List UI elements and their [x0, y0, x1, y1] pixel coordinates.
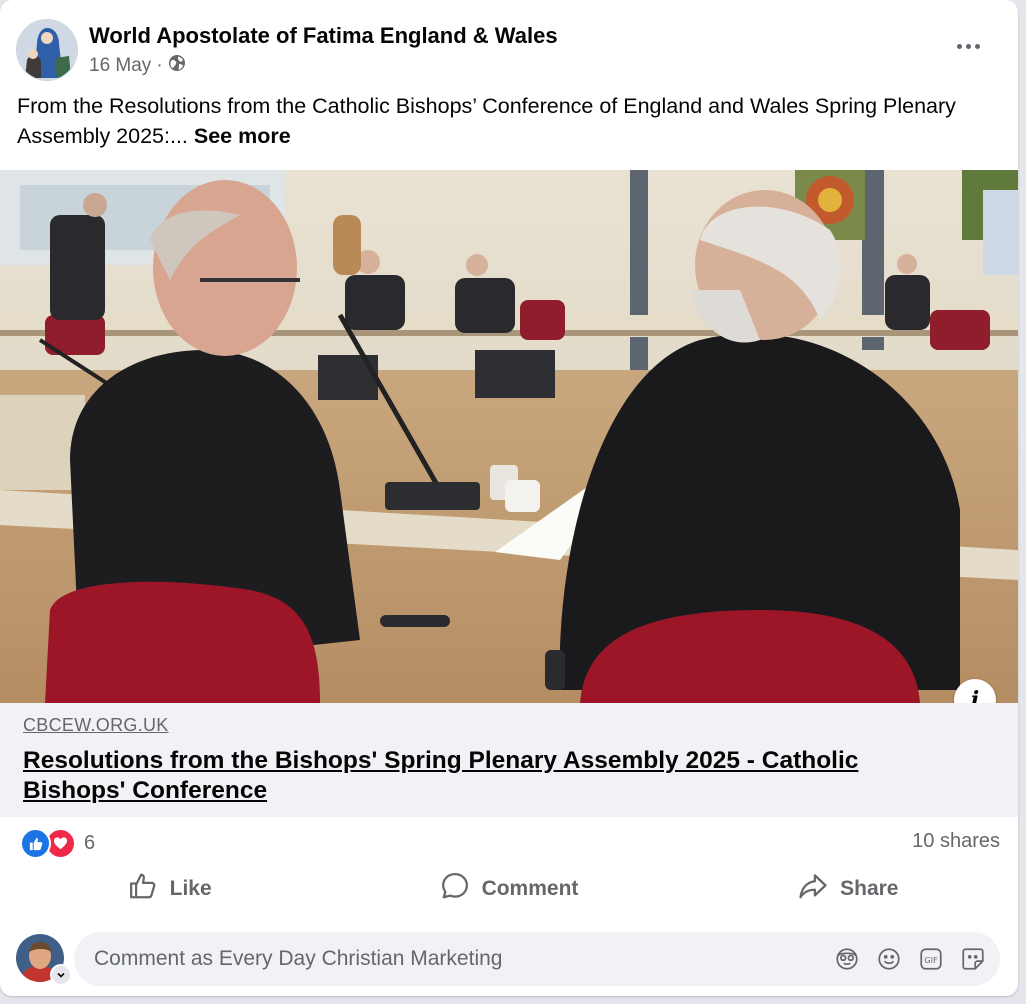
- post-body: From the Resolutions from the Catholic B…: [17, 94, 956, 148]
- like-label: Like: [169, 877, 212, 900]
- page-name[interactable]: World Apostolate of Fatima England & Wal…: [89, 23, 558, 49]
- globe-icon: [168, 54, 186, 78]
- post-meta: 16 May ·: [89, 54, 186, 78]
- like-reaction-icon: [20, 827, 51, 859]
- meta-separator: ·: [156, 55, 163, 76]
- post-header: World Apostolate of Fatima England & Wal…: [16, 16, 1002, 84]
- sticker-icon[interactable]: [960, 946, 986, 972]
- share-arrow-icon: [798, 871, 828, 907]
- post-card: World Apostolate of Fatima England & Wal…: [0, 0, 1018, 996]
- comment-composer: GIF: [16, 930, 1002, 986]
- comment-button[interactable]: Comment: [339, 866, 678, 912]
- emoji-icon[interactable]: [876, 946, 902, 972]
- thumbs-up-icon: [128, 871, 158, 907]
- link-title[interactable]: Resolutions from the Bishops' Spring Ple…: [23, 746, 923, 806]
- post-text: From the Resolutions from the Catholic B…: [17, 91, 1002, 151]
- page-avatar[interactable]: [16, 19, 78, 81]
- svg-text:GIF: GIF: [924, 955, 938, 965]
- comment-input[interactable]: [92, 946, 796, 972]
- share-label: Share: [840, 877, 899, 900]
- like-button[interactable]: Like: [0, 866, 339, 912]
- comment-bubble-icon: [440, 871, 470, 907]
- avatar-sticker-icon[interactable]: [834, 946, 860, 972]
- reactions-summary[interactable]: 6: [20, 827, 95, 859]
- chevron-down-icon[interactable]: [50, 964, 72, 986]
- share-button[interactable]: Share: [679, 866, 1018, 912]
- comment-box[interactable]: GIF: [74, 932, 1000, 986]
- reaction-count[interactable]: 6: [84, 832, 95, 855]
- comment-tools: GIF: [834, 946, 986, 972]
- shares-count[interactable]: 10 shares: [912, 830, 1000, 853]
- link-preview[interactable]: CBCEW.ORG.UK Resolutions from the Bishop…: [0, 703, 1018, 817]
- see-more-link[interactable]: See more: [194, 124, 291, 148]
- comment-label: Comment: [481, 877, 579, 900]
- link-preview-image[interactable]: i: [0, 170, 1018, 703]
- action-bar: Like Comment Share: [0, 866, 1018, 912]
- post-date[interactable]: 16 May: [89, 55, 151, 77]
- more-options-icon[interactable]: [948, 36, 988, 56]
- gif-icon[interactable]: GIF: [918, 946, 944, 972]
- link-domain[interactable]: CBCEW.ORG.UK: [23, 715, 169, 736]
